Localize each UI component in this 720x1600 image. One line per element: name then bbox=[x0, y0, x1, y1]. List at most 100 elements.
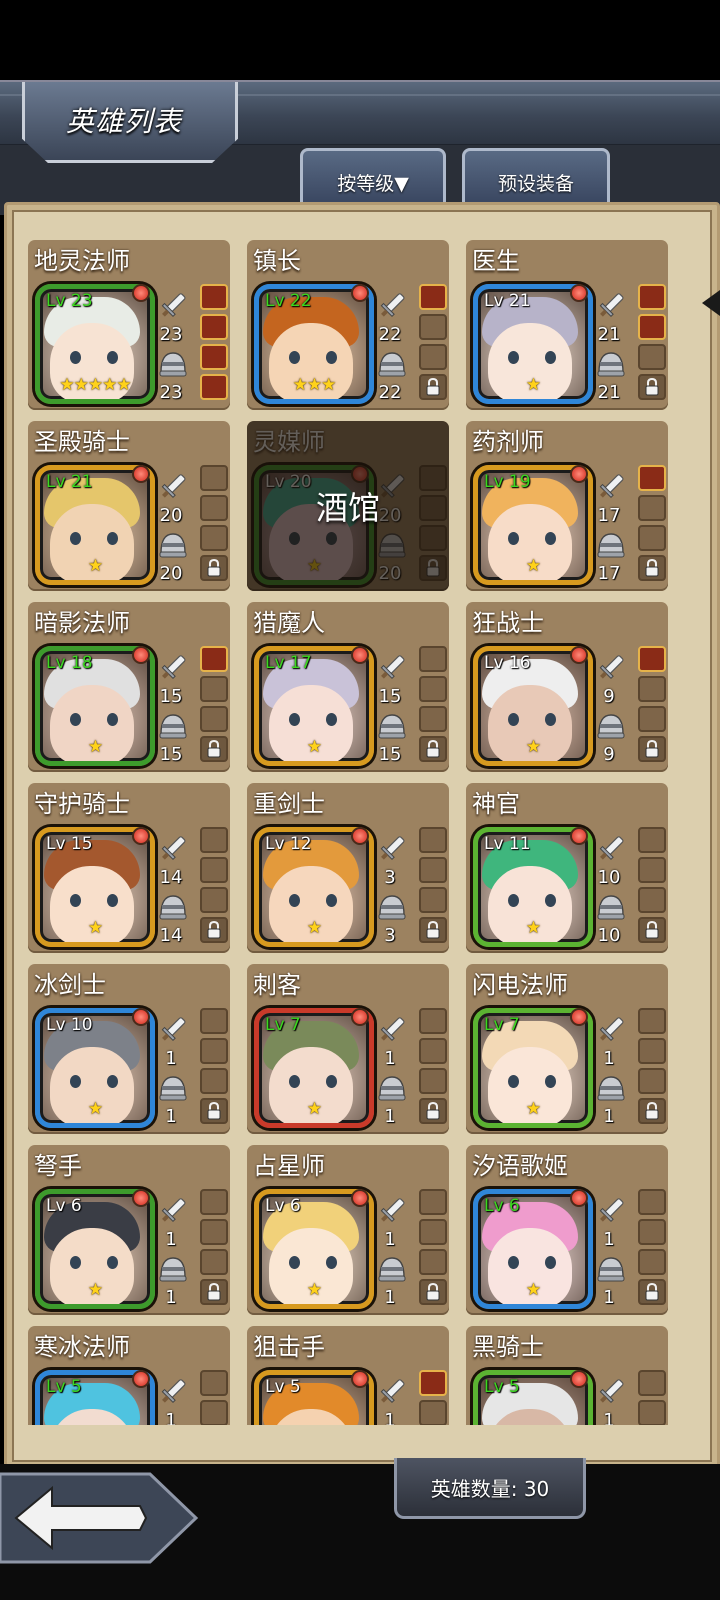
hero-portrait[interactable]: Lv 11 ★ bbox=[473, 827, 593, 947]
equipment-slot[interactable] bbox=[638, 1189, 666, 1215]
equipment-slot[interactable] bbox=[200, 1008, 228, 1034]
equipment-slot[interactable] bbox=[638, 1249, 666, 1275]
equipment-slot[interactable] bbox=[200, 344, 228, 370]
hero-card[interactable]: 灵媒师Lv 20★2020酒馆 bbox=[247, 421, 449, 591]
hero-portrait[interactable]: Lv 6 ★ bbox=[473, 1189, 593, 1309]
equipment-slot[interactable] bbox=[419, 1370, 447, 1396]
equipment-slot[interactable] bbox=[638, 344, 666, 370]
equipment-slot[interactable] bbox=[419, 314, 447, 340]
back-arrow-button[interactable] bbox=[0, 1470, 200, 1566]
equipment-slot[interactable] bbox=[200, 465, 228, 491]
equipment-slot[interactable] bbox=[419, 887, 447, 913]
equipment-slot[interactable] bbox=[638, 465, 666, 491]
equipment-slot[interactable] bbox=[638, 706, 666, 732]
equipment-slot[interactable] bbox=[200, 495, 228, 521]
equipment-slot[interactable] bbox=[638, 284, 666, 310]
equipment-slot[interactable] bbox=[200, 1400, 228, 1425]
hero-portrait[interactable]: Lv 21 ★ bbox=[35, 465, 155, 585]
hero-card[interactable]: 守护骑士 Lv 15 ★ 14 14 bbox=[28, 783, 230, 953]
hero-portrait[interactable]: Lv 6 ★ bbox=[35, 1189, 155, 1309]
equipment-slot[interactable] bbox=[638, 1219, 666, 1245]
hero-card[interactable]: 地灵法师 Lv 23 ★★★★★ 23 23 bbox=[28, 240, 230, 410]
equipment-slot[interactable] bbox=[419, 1249, 447, 1275]
locked-slot[interactable] bbox=[419, 1098, 447, 1124]
hero-card[interactable]: 圣殿骑士 Lv 21 ★ 20 20 bbox=[28, 421, 230, 591]
locked-slot[interactable] bbox=[419, 1279, 447, 1305]
hero-portrait[interactable]: Lv 12 ★ bbox=[254, 827, 374, 947]
locked-slot[interactable] bbox=[200, 736, 228, 762]
locked-slot[interactable] bbox=[200, 1279, 228, 1305]
hero-portrait[interactable]: Lv 22 ★★★ bbox=[254, 284, 374, 404]
equipment-slot[interactable] bbox=[200, 284, 228, 310]
hero-portrait[interactable]: Lv 17 ★ bbox=[254, 646, 374, 766]
locked-slot[interactable] bbox=[638, 1098, 666, 1124]
equipment-slot[interactable] bbox=[200, 1370, 228, 1396]
hero-card[interactable]: 汐语歌姬 Lv 6 ★ 1 1 bbox=[466, 1145, 668, 1315]
hero-card[interactable]: 刺客 Lv 7 ★ 1 1 bbox=[247, 964, 449, 1134]
equipment-slot[interactable] bbox=[419, 1189, 447, 1215]
hero-portrait[interactable]: Lv 18 ★ bbox=[35, 646, 155, 766]
equipment-slot[interactable] bbox=[638, 314, 666, 340]
equipment-slot[interactable] bbox=[638, 887, 666, 913]
equipment-slot[interactable] bbox=[200, 827, 228, 853]
hero-card[interactable]: 医生 Lv 21 ★ 21 21 bbox=[466, 240, 668, 410]
hero-card[interactable]: 冰剑士 Lv 10 ★ 1 1 bbox=[28, 964, 230, 1134]
equipment-slot[interactable] bbox=[419, 676, 447, 702]
hero-card[interactable]: 神官 Lv 11 ★ 10 10 bbox=[466, 783, 668, 953]
hero-card[interactable]: 猎魔人 Lv 17 ★ 15 15 bbox=[247, 602, 449, 772]
hero-card[interactable]: 弩手 Lv 6 ★ 1 1 bbox=[28, 1145, 230, 1315]
equipment-slot[interactable] bbox=[638, 857, 666, 883]
hero-portrait[interactable]: Lv 16 ★ bbox=[473, 646, 593, 766]
hero-card[interactable]: 闪电法师 Lv 7 ★ 1 1 bbox=[466, 964, 668, 1134]
locked-slot[interactable] bbox=[200, 1098, 228, 1124]
hero-card[interactable]: 狙击手Lv 5★11 bbox=[247, 1326, 449, 1425]
equipment-slot[interactable] bbox=[200, 646, 228, 672]
locked-slot[interactable] bbox=[200, 555, 228, 581]
hero-card[interactable]: 重剑士 Lv 12 ★ 3 3 bbox=[247, 783, 449, 953]
equipment-slot[interactable] bbox=[200, 706, 228, 732]
hero-portrait[interactable]: Lv 19 ★ bbox=[473, 465, 593, 585]
equipment-slot[interactable] bbox=[200, 1249, 228, 1275]
hero-card[interactable]: 占星师 Lv 6 ★ 1 1 bbox=[247, 1145, 449, 1315]
equipment-slot[interactable] bbox=[419, 827, 447, 853]
equipment-slot[interactable] bbox=[200, 857, 228, 883]
hero-grid[interactable]: 地灵法师 Lv 23 ★★★★★ 23 23 镇长 Lv 22 ★★★ 22 22 医生 Lv 21 ★… bbox=[28, 240, 676, 1425]
equipment-slot[interactable] bbox=[419, 1068, 447, 1094]
equipment-slot[interactable] bbox=[200, 1068, 228, 1094]
hero-portrait[interactable]: Lv 23 ★★★★★ bbox=[35, 284, 155, 404]
hero-portrait[interactable]: Lv 21 ★ bbox=[473, 284, 593, 404]
locked-slot[interactable] bbox=[638, 917, 666, 943]
hero-card[interactable]: 黑骑士Lv 5★11 bbox=[466, 1326, 668, 1425]
equipment-slot[interactable] bbox=[638, 1400, 666, 1425]
equipment-slot[interactable] bbox=[419, 1038, 447, 1064]
locked-slot[interactable] bbox=[419, 917, 447, 943]
equipment-slot[interactable] bbox=[419, 646, 447, 672]
hero-card[interactable]: 镇长 Lv 22 ★★★ 22 22 bbox=[247, 240, 449, 410]
locked-slot[interactable] bbox=[638, 1279, 666, 1305]
equipment-slot[interactable] bbox=[200, 374, 228, 400]
equipment-slot[interactable] bbox=[638, 495, 666, 521]
hero-portrait[interactable]: Lv 7 ★ bbox=[254, 1008, 374, 1128]
equipment-slot[interactable] bbox=[638, 1038, 666, 1064]
equipment-slot[interactable] bbox=[200, 1219, 228, 1245]
equipment-slot[interactable] bbox=[638, 1370, 666, 1396]
equipment-slot[interactable] bbox=[419, 706, 447, 732]
equipment-slot[interactable] bbox=[200, 1189, 228, 1215]
equipment-slot[interactable] bbox=[419, 1008, 447, 1034]
equipment-slot[interactable] bbox=[200, 314, 228, 340]
equipment-slot[interactable] bbox=[200, 676, 228, 702]
equipment-slot[interactable] bbox=[200, 1038, 228, 1064]
locked-slot[interactable] bbox=[638, 555, 666, 581]
equipment-slot[interactable] bbox=[638, 1008, 666, 1034]
equipment-slot[interactable] bbox=[638, 1068, 666, 1094]
hero-portrait[interactable]: Lv 7 ★ bbox=[473, 1008, 593, 1128]
hero-card[interactable]: 暗影法师 Lv 18 ★ 15 15 bbox=[28, 602, 230, 772]
locked-slot[interactable] bbox=[638, 736, 666, 762]
locked-slot[interactable] bbox=[638, 374, 666, 400]
hero-card[interactable]: 寒冰法师Lv 5★11 bbox=[28, 1326, 230, 1425]
locked-slot[interactable] bbox=[200, 917, 228, 943]
equipment-slot[interactable] bbox=[419, 857, 447, 883]
hero-portrait[interactable]: Lv 15 ★ bbox=[35, 827, 155, 947]
hero-card[interactable]: 药剂师 Lv 19 ★ 17 17 bbox=[466, 421, 668, 591]
equipment-slot[interactable] bbox=[638, 676, 666, 702]
